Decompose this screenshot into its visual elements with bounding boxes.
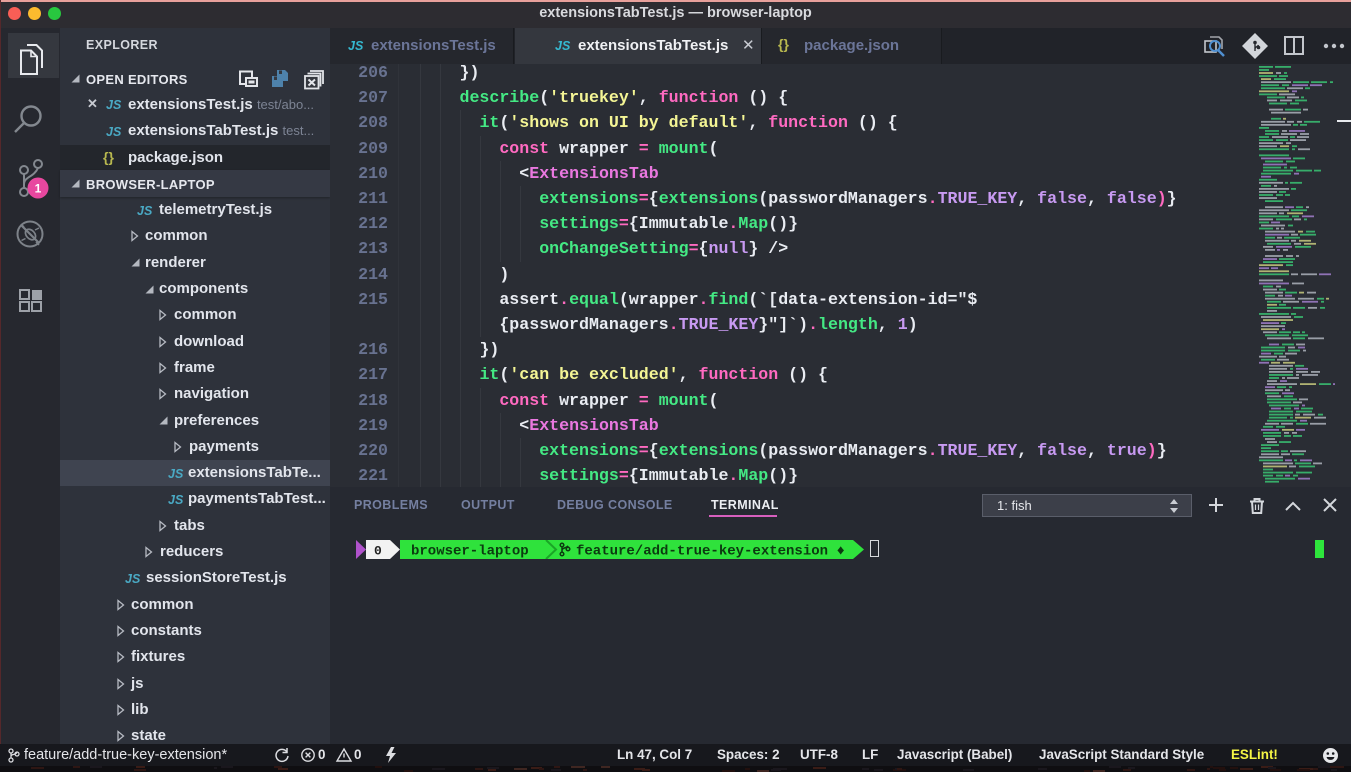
- svg-text:feature/add-true-key-extension: feature/add-true-key-extension ♦: [576, 544, 845, 560]
- svg-text:browser-laptop: browser-laptop: [411, 544, 529, 560]
- svg-text:0: 0: [374, 544, 382, 559]
- svg-text:1: 1: [35, 182, 42, 196]
